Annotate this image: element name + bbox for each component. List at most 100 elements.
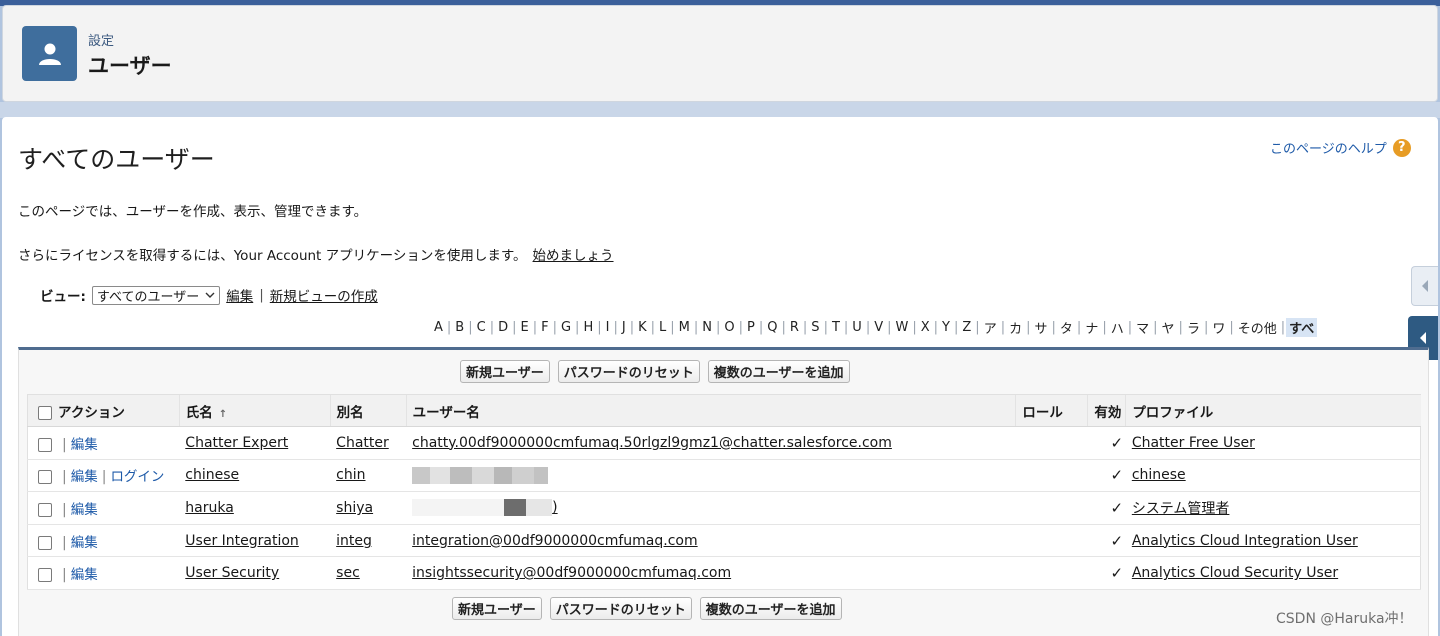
user-name-link[interactable]: User Security — [185, 565, 279, 581]
username-cell — [406, 459, 1016, 493]
profile-link[interactable]: chinese — [1132, 467, 1186, 483]
row-checkbox[interactable] — [38, 535, 52, 550]
alpha-filter-item[interactable]: ハ — [1108, 318, 1127, 337]
alpha-filter-item[interactable]: M — [676, 320, 693, 335]
get-started-link[interactable]: 始めましょう — [533, 248, 614, 264]
user-name-link[interactable]: Chatter Expert — [185, 435, 288, 451]
select-all-checkbox[interactable] — [38, 405, 52, 420]
help-link[interactable]: このページのヘルプ ? — [1270, 138, 1411, 157]
breadcrumb[interactable]: 設定 — [88, 30, 114, 49]
alpha-filter-item[interactable]: カ — [1006, 318, 1025, 337]
row-checkbox[interactable] — [38, 568, 52, 583]
row-checkbox[interactable] — [38, 470, 52, 485]
column-role[interactable]: ロール — [1015, 394, 1088, 427]
user-name-link[interactable]: User Integration — [185, 533, 299, 549]
side-panel-toggle[interactable] — [1411, 266, 1438, 306]
alpha-filter-item[interactable]: ワ — [1209, 318, 1228, 337]
alpha-filter-item[interactable]: N — [699, 320, 715, 335]
column-name[interactable]: 氏名 ↑ — [178, 394, 331, 427]
new-view-link[interactable]: 新規ビューの作成 — [270, 285, 378, 305]
role-cell — [1015, 426, 1088, 460]
alpha-filter-item[interactable]: W — [893, 320, 912, 335]
alpha-filter-item[interactable]: ヤ — [1159, 318, 1178, 337]
alpha-filter-item[interactable]: Z — [959, 320, 974, 335]
alpha-filter-item[interactable]: B — [452, 320, 467, 335]
edit-link[interactable]: 編集 — [71, 502, 98, 518]
edit-link[interactable]: 編集 — [71, 535, 98, 551]
alpha-filter-item[interactable]: L — [656, 320, 669, 335]
alpha-filter-item[interactable]: ラ — [1184, 318, 1203, 337]
help-link-label[interactable]: このページのヘルプ — [1270, 138, 1387, 157]
alpha-filter-item[interactable]: サ — [1032, 318, 1051, 337]
alpha-filter-item[interactable]: U — [849, 320, 865, 335]
row-checkbox[interactable] — [38, 502, 52, 517]
alias-link[interactable]: chin — [336, 467, 365, 483]
role-cell — [1015, 459, 1088, 493]
row-checkbox[interactable] — [38, 437, 52, 452]
alpha-filter-item[interactable]: T — [829, 320, 843, 335]
alpha-filter-item[interactable]: E — [517, 320, 531, 335]
alpha-filter-all[interactable]: すべ — [1286, 318, 1318, 337]
alpha-filter-item[interactable]: X — [918, 320, 933, 335]
alpha-filter-item[interactable]: ナ — [1082, 318, 1101, 337]
user-name-link[interactable]: haruka — [185, 500, 234, 516]
alias-link[interactable]: Chatter — [336, 435, 389, 451]
view-select[interactable]: すべてのユーザー — [91, 285, 221, 305]
username-link[interactable]: integration@00df9000000cmfumaq.com — [412, 533, 697, 549]
profile-link[interactable]: システム管理者 — [1132, 501, 1230, 517]
edit-view-link[interactable]: 編集 — [226, 285, 253, 305]
alias-link[interactable]: sec — [336, 565, 360, 581]
alpha-filter-item[interactable]: R — [787, 320, 802, 335]
column-username[interactable]: ユーザー名 — [405, 394, 1016, 427]
alpha-filter-item[interactable]: D — [495, 320, 511, 335]
column-active[interactable]: 有効 — [1087, 394, 1126, 427]
column-alias[interactable]: 別名 — [329, 394, 407, 427]
alpha-filter-item[interactable]: V — [871, 320, 886, 335]
alpha-filter-item[interactable]: その他 — [1235, 318, 1280, 337]
alpha-filter-item[interactable]: F — [538, 320, 551, 335]
edit-link[interactable]: 編集 — [71, 437, 98, 453]
edit-link[interactable]: 編集 — [71, 567, 98, 583]
alpha-filter-item[interactable]: C — [474, 320, 489, 335]
alpha-filter-item[interactable]: H — [580, 320, 596, 335]
column-profile[interactable]: プロファイル — [1125, 394, 1421, 427]
alias-link[interactable]: shiya — [336, 500, 373, 516]
profile-cell: Analytics Cloud Integration User — [1125, 524, 1421, 558]
new-user-button[interactable]: 新規ユーザー — [452, 597, 542, 620]
alias-cell: shiya — [330, 491, 407, 525]
question-icon[interactable]: ? — [1392, 138, 1411, 157]
action-separator: | — [62, 534, 67, 551]
alpha-filter-item[interactable]: J — [619, 320, 629, 335]
alpha-filter-item[interactable]: G — [558, 320, 574, 335]
alpha-filter-item[interactable]: O — [721, 320, 737, 335]
reset-password-button[interactable]: パスワードのリセット — [549, 597, 692, 620]
edit-link[interactable]: 編集 — [71, 469, 98, 485]
alpha-filter-item[interactable]: Q — [764, 320, 780, 335]
alpha-filter-item[interactable]: S — [808, 320, 822, 335]
add-multiple-users-button[interactable]: 複数のユーザーを追加 — [699, 597, 842, 620]
alias-link[interactable]: integ — [336, 533, 372, 549]
alpha-filter-item[interactable]: I — [603, 320, 613, 335]
username-link[interactable]: insightssecurity@00df9000000cmfumaq.com — [412, 565, 731, 581]
table-row: | 編集 User Integration integ integration@00df… — [27, 524, 1421, 558]
new-user-button[interactable]: 新規ユーザー — [460, 360, 550, 383]
chevron-left-icon — [1420, 332, 1426, 344]
profile-link[interactable]: Analytics Cloud Integration User — [1132, 533, 1358, 549]
alpha-filter-item[interactable]: タ — [1057, 318, 1076, 337]
profile-link[interactable]: Chatter Free User — [1132, 435, 1255, 451]
alpha-filter-item[interactable]: A — [431, 320, 446, 335]
alpha-filter-item[interactable]: マ — [1133, 318, 1152, 337]
username-link[interactable]: ) — [552, 500, 557, 516]
username-link[interactable]: chatty.00df9000000cmfumaq.50rlgzl9gmz1@c… — [412, 435, 892, 451]
alpha-filter-item[interactable]: K — [635, 320, 650, 335]
watermark: CSDN @Haruka冲！ — [1276, 611, 1413, 627]
profile-link[interactable]: Analytics Cloud Security User — [1132, 565, 1338, 581]
name-cell: User Integration — [179, 524, 331, 558]
reset-password-button[interactable]: パスワードのリセット — [557, 360, 700, 383]
alpha-filter-item[interactable]: Y — [939, 320, 953, 335]
user-name-link[interactable]: chinese — [185, 467, 239, 483]
add-multiple-users-button[interactable]: 複数のユーザーを追加 — [707, 360, 850, 383]
alpha-filter-item[interactable]: ア — [981, 318, 1000, 337]
alpha-filter-item[interactable]: P — [744, 320, 758, 335]
login-link[interactable]: ログイン — [110, 469, 164, 485]
